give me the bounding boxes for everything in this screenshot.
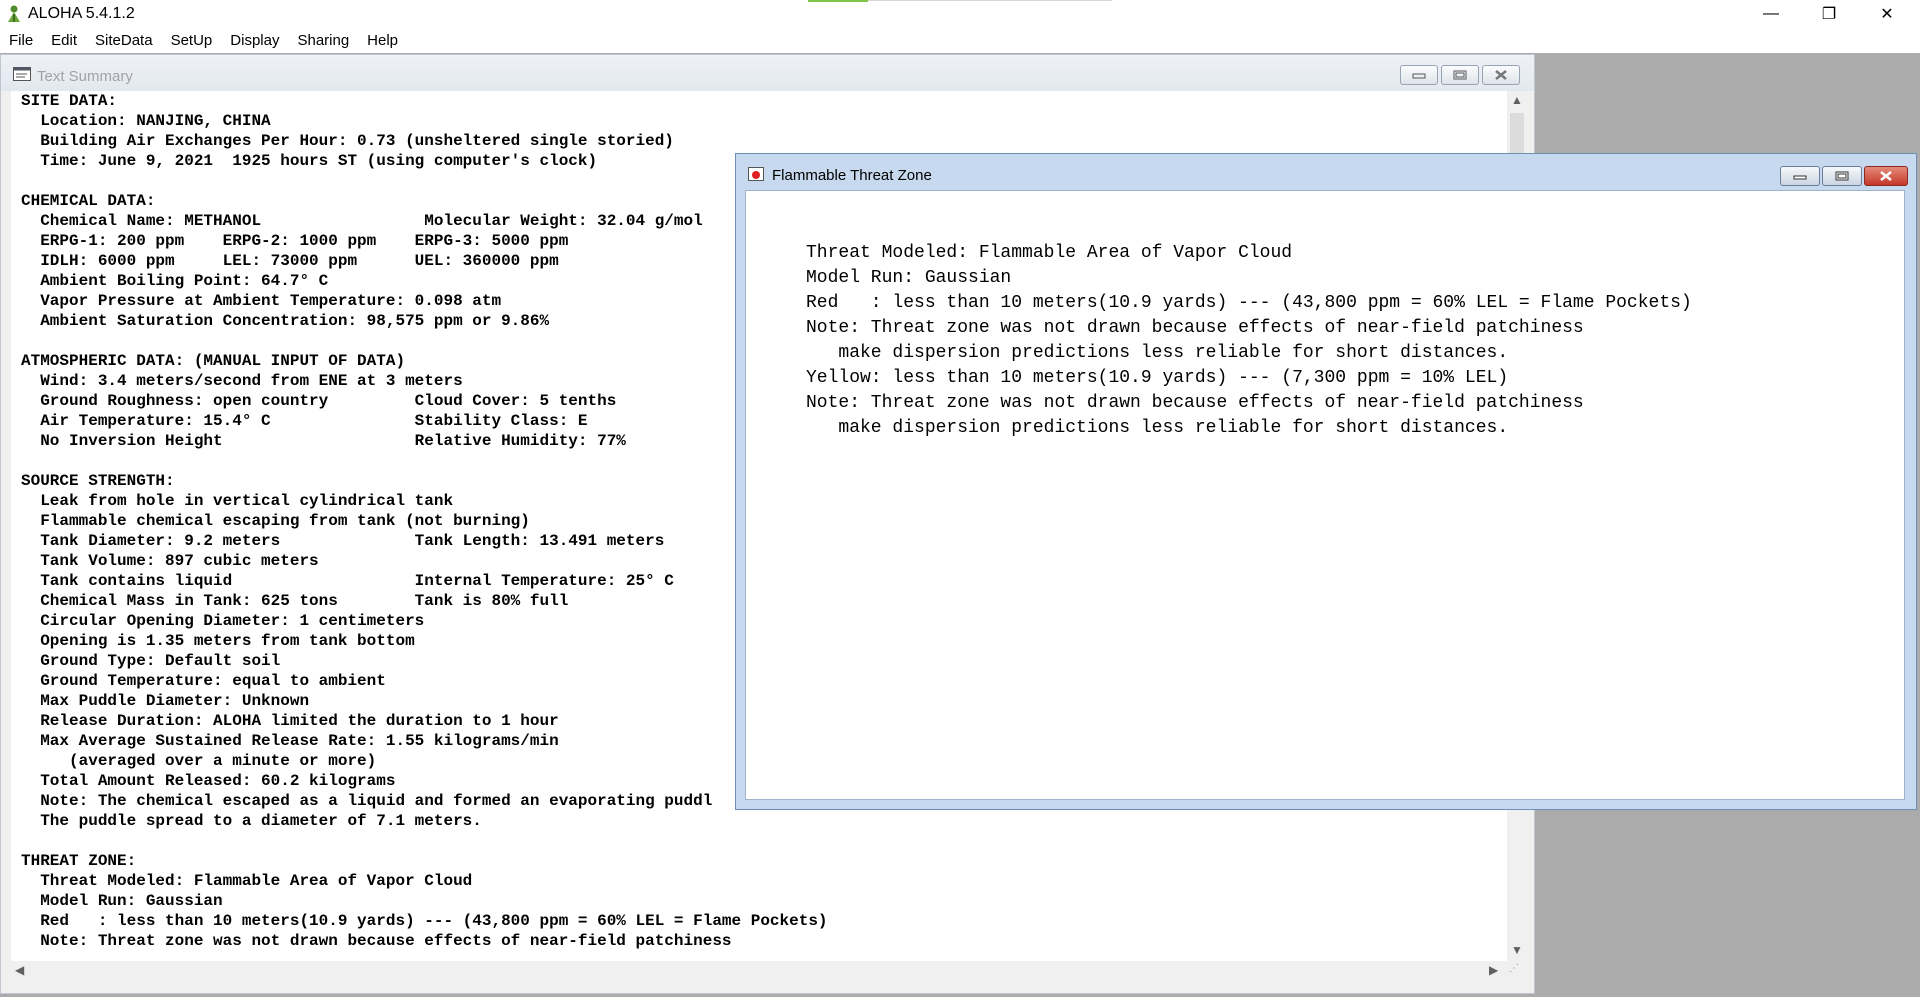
close-icon (1880, 171, 1892, 181)
ftz-line: make dispersion predictions less reliabl… (806, 418, 1509, 438)
menu-help[interactable]: Help (358, 32, 407, 49)
ftz-title: Flammable Threat Zone (772, 167, 932, 184)
title-accent-bar (808, 0, 868, 2)
summary-line: Location: NANJING, CHINA (21, 112, 271, 130)
summary-line: The puddle spread to a diameter of 7.1 m… (21, 812, 482, 830)
summary-line: Ground Temperature: equal to ambient (21, 672, 386, 690)
flammable-threat-zone-window: Flammable Threat Zone Threat Modeled: Fl… (735, 153, 1917, 810)
text-summary-close-button[interactable] (1482, 65, 1520, 85)
ftz-line: Note: Threat zone was not drawn because … (806, 393, 1584, 413)
text-summary-minimize-button[interactable] (1400, 65, 1438, 85)
summary-line: Vapor Pressure at Ambient Temperature: 0… (21, 292, 502, 310)
ftz-text: Threat Modeled: Flammable Area of Vapor … (806, 241, 1692, 441)
summary-line: Threat Modeled: Flammable Area of Vapor … (21, 872, 473, 890)
summary-line: Ground Type: Default soil (21, 652, 281, 670)
ftz-line: Red : less than 10 meters(10.9 yards) --… (806, 293, 1692, 313)
text-summary-title: Text Summary (37, 68, 133, 85)
summary-line: Air Temperature: 15.4° C Stability Class… (21, 412, 588, 430)
close-icon (1495, 70, 1507, 80)
scroll-left-icon[interactable]: ◀ (15, 963, 24, 977)
ftz-content: Threat Modeled: Flammable Area of Vapor … (745, 190, 1905, 800)
minimize-icon (1793, 175, 1807, 180)
scroll-up-icon[interactable]: ▲ (1511, 93, 1523, 107)
ftz-line: Yellow: less than 10 meters(10.9 yards) … (806, 368, 1509, 388)
horizontal-scrollbar[interactable]: ◀ ▶ (11, 961, 1507, 981)
summary-line: No Inversion Height Relative Humidity: 7… (21, 432, 626, 450)
summary-line: Ground Roughness: open country Cloud Cov… (21, 392, 617, 410)
close-icon: ✕ (1880, 6, 1894, 23)
summary-line: ATMOSPHERIC DATA: (MANUAL INPUT OF DATA) (21, 352, 406, 370)
ftz-line: Model Run: Gaussian (806, 268, 1012, 288)
summary-line: Note: The chemical escaped as a liquid a… (21, 792, 713, 810)
summary-line: Model Run: Gaussian (21, 892, 223, 910)
summary-line: Tank Volume: 897 cubic meters (21, 552, 319, 570)
text-summary-controls (1400, 65, 1520, 85)
text-summary-titlebar[interactable]: Text Summary (1, 55, 1534, 91)
text-summary-maximize-button[interactable] (1441, 65, 1479, 85)
summary-line: Tank Diameter: 9.2 meters Tank Length: 1… (21, 532, 665, 550)
menu-bar: File Edit SiteData SetUp Display Sharing… (0, 28, 1920, 53)
ftz-titlebar[interactable]: Flammable Threat Zone (736, 154, 1916, 190)
aloha-logo-icon (8, 5, 20, 22)
ftz-controls (1780, 166, 1908, 186)
restore-button[interactable]: ❐ (1800, 0, 1858, 28)
maximize-icon (1453, 70, 1467, 80)
ftz-line: make dispersion predictions less reliabl… (806, 343, 1509, 363)
ftz-line: Threat Modeled: Flammable Area of Vapor … (806, 243, 1293, 263)
scroll-down-icon[interactable]: ▼ (1511, 943, 1523, 957)
app-titlebar: ALOHA 5.4.1.2 — ❐ ✕ (0, 0, 1920, 28)
summary-line: SOURCE STRENGTH: (21, 472, 175, 490)
summary-line: IDLH: 6000 ppm LEL: 73000 ppm UEL: 36000… (21, 252, 559, 270)
minimize-button[interactable]: — (1742, 0, 1800, 28)
minimize-icon: — (1763, 5, 1779, 22)
minimize-icon (1412, 73, 1426, 79)
summary-line: Flammable chemical escaping from tank (n… (21, 512, 530, 530)
title-accent-line (868, 0, 1112, 1)
summary-line: Chemical Mass in Tank: 625 tons Tank is … (21, 592, 569, 610)
menu-sitedata[interactable]: SiteData (86, 32, 162, 49)
app-title: ALOHA 5.4.1.2 (28, 5, 135, 22)
menu-setup[interactable]: SetUp (162, 32, 222, 49)
summary-line: Leak from hole in vertical cylindrical t… (21, 492, 454, 510)
ftz-line: Note: Threat zone was not drawn because … (806, 318, 1584, 338)
close-button[interactable]: ✕ (1858, 0, 1916, 28)
text-window-icon (13, 67, 31, 81)
summary-line: Time: June 9, 2021 1925 hours ST (using … (21, 152, 598, 170)
summary-line: Max Average Sustained Release Rate: 1.55… (21, 732, 559, 750)
menu-sharing[interactable]: Sharing (288, 32, 358, 49)
summary-line: Release Duration: ALOHA limited the dura… (21, 712, 559, 730)
summary-line: Chemical Name: METHANOL Molecular Weight… (21, 212, 703, 230)
summary-line: Ambient Saturation Concentration: 98,575… (21, 312, 550, 330)
menu-display[interactable]: Display (221, 32, 288, 49)
summary-line: (averaged over a minute or more) (21, 752, 377, 770)
summary-line: Note: Threat zone was not drawn because … (21, 932, 732, 950)
summary-line: CHEMICAL DATA: (21, 192, 156, 210)
resize-grip-icon[interactable]: ⋰ (1509, 963, 1525, 979)
threat-zone-icon (748, 167, 764, 181)
maximize-icon (1835, 171, 1849, 181)
summary-line: Wind: 3.4 meters/second from ENE at 3 me… (21, 372, 463, 390)
menu-edit[interactable]: Edit (42, 32, 86, 49)
summary-line: Circular Opening Diameter: 1 centimeters (21, 612, 425, 630)
summary-line: Opening is 1.35 meters from tank bottom (21, 632, 415, 650)
restore-icon: ❐ (1821, 6, 1837, 23)
summary-line: Tank contains liquid Internal Temperatur… (21, 572, 674, 590)
ftz-maximize-button[interactable] (1822, 166, 1862, 186)
menu-file[interactable]: File (0, 32, 42, 49)
summary-line: Building Air Exchanges Per Hour: 0.73 (u… (21, 132, 674, 150)
summary-line: Ambient Boiling Point: 64.7° C (21, 272, 329, 290)
summary-line: Red : less than 10 meters(10.9 yards) --… (21, 912, 828, 930)
summary-line: Total Amount Released: 60.2 kilograms (21, 772, 396, 790)
scroll-right-icon[interactable]: ▶ (1489, 963, 1498, 977)
summary-line: THREAT ZONE: (21, 852, 137, 870)
summary-line: Max Puddle Diameter: Unknown (21, 692, 310, 710)
summary-line: ERPG-1: 200 ppm ERPG-2: 1000 ppm ERPG-3:… (21, 232, 569, 250)
ftz-minimize-button[interactable] (1780, 166, 1820, 186)
summary-line: SITE DATA: (21, 92, 118, 110)
ftz-close-button[interactable] (1864, 166, 1908, 186)
